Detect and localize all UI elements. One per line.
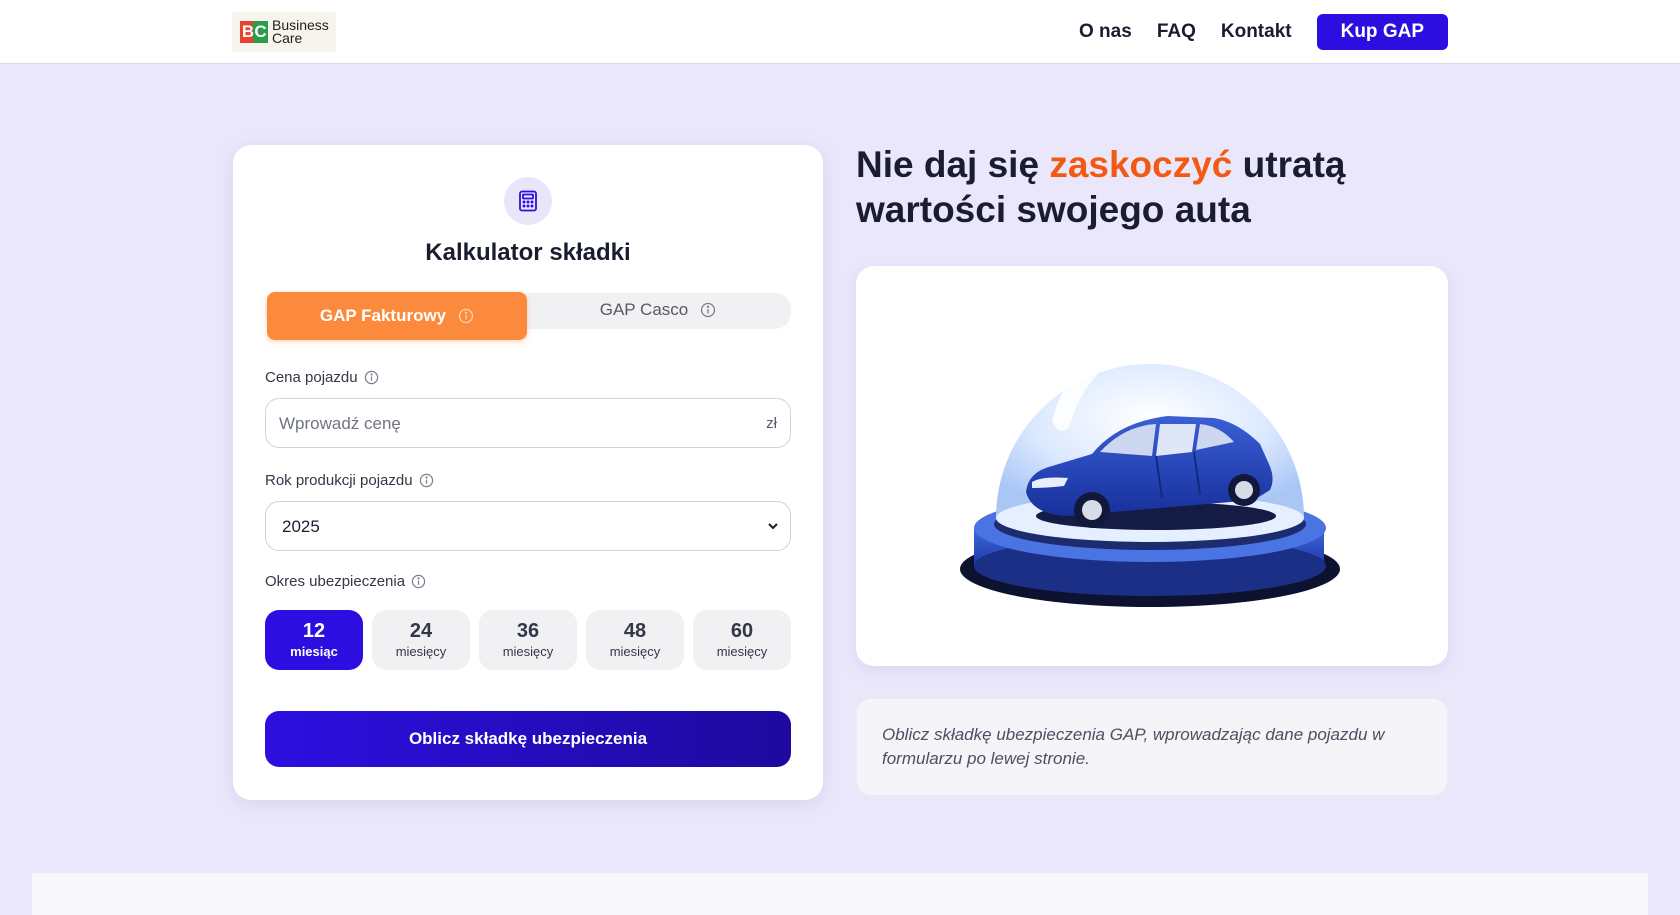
info-icon[interactable] <box>364 370 379 385</box>
chevron-down-icon <box>768 523 778 530</box>
headline-accent: zaskoczyć <box>1049 144 1233 185</box>
year-label: Rok produkcji pojazdu <box>265 472 434 489</box>
hero-headline: Nie daj się zaskoczyć utratą wartości sw… <box>856 142 1376 232</box>
car-illustration-card <box>856 266 1448 666</box>
price-label-text: Cena pojazdu <box>265 369 358 386</box>
year-label-text: Rok produkcji pojazdu <box>265 472 413 489</box>
period-number: 36 <box>516 620 540 642</box>
period-number: 60 <box>730 620 754 642</box>
logo-mark: BC <box>240 21 268 43</box>
period-label-text: Okres ubezpieczenia <box>265 573 406 590</box>
info-icon[interactable] <box>419 473 434 488</box>
main-nav: O nas FAQ Kontakt Kup GAP <box>1054 14 1448 50</box>
period-24[interactable]: 24 miesięcy <box>372 610 470 670</box>
info-icon[interactable] <box>700 302 716 318</box>
year-select[interactable]: 2025 <box>265 501 791 551</box>
period-label: Okres ubezpieczenia <box>265 573 426 590</box>
period-unit: miesięcy <box>609 644 661 659</box>
tab-label: GAP Casco <box>599 300 689 319</box>
calculator-title: Kalkulator składki <box>425 239 631 266</box>
info-icon[interactable] <box>411 574 426 589</box>
info-message: Oblicz składkę ubezpieczenia GAP, wprowa… <box>857 699 1447 795</box>
info-icon[interactable] <box>458 308 474 324</box>
buy-gap-button[interactable]: Kup GAP <box>1316 14 1448 50</box>
tab-gap-fakturowy[interactable]: GAP Fakturowy <box>267 292 527 340</box>
period-unit: miesięcy <box>716 644 768 659</box>
car-in-glass-dome-illustration <box>960 354 1340 607</box>
nav-link-faq[interactable]: FAQ <box>1157 21 1196 43</box>
calculate-premium-button[interactable]: Oblicz składkę ubezpieczenia <box>265 711 791 767</box>
headline-part1: Nie daj się <box>856 144 1050 185</box>
tab-label: GAP Fakturowy <box>319 306 447 325</box>
period-options: 12 miesiąc 24 miesięcy 36 miesięcy 48 mi… <box>265 610 791 670</box>
period-number: 12 <box>302 620 326 642</box>
period-number: 48 <box>623 620 647 642</box>
business-care-logo[interactable]: BC Business Care <box>232 12 336 52</box>
year-value: 2025 <box>282 517 320 536</box>
period-48[interactable]: 48 miesięcy <box>586 610 684 670</box>
next-section <box>32 873 1648 915</box>
period-12[interactable]: 12 miesiąc <box>265 610 363 670</box>
logo-text: Business Care <box>272 17 329 46</box>
price-placeholder: Wprowadź cenę <box>279 414 401 433</box>
period-unit: miesiąc <box>290 644 338 659</box>
nav-link-about[interactable]: O nas <box>1079 21 1132 43</box>
period-unit: miesięcy <box>502 644 554 659</box>
period-unit: miesięcy <box>395 644 447 659</box>
price-label: Cena pojazdu <box>265 369 379 386</box>
period-number: 24 <box>409 620 433 642</box>
calculator-icon <box>504 177 552 225</box>
currency-suffix: zł <box>766 415 777 432</box>
site-header: BC Business Care O nas FAQ Kontakt Kup G… <box>0 0 1680 64</box>
nav-link-contact[interactable]: Kontakt <box>1221 21 1292 43</box>
period-60[interactable]: 60 miesięcy <box>693 610 791 670</box>
price-input[interactable]: Wprowadź cenę zł <box>265 398 791 448</box>
product-toggle: GAP Fakturowy GAP Casco <box>265 292 791 340</box>
tab-gap-casco[interactable]: GAP Casco <box>528 286 788 334</box>
calculator-card: Kalkulator składki GAP Fakturowy GAP Cas… <box>233 145 823 800</box>
period-36[interactable]: 36 miesięcy <box>479 610 577 670</box>
